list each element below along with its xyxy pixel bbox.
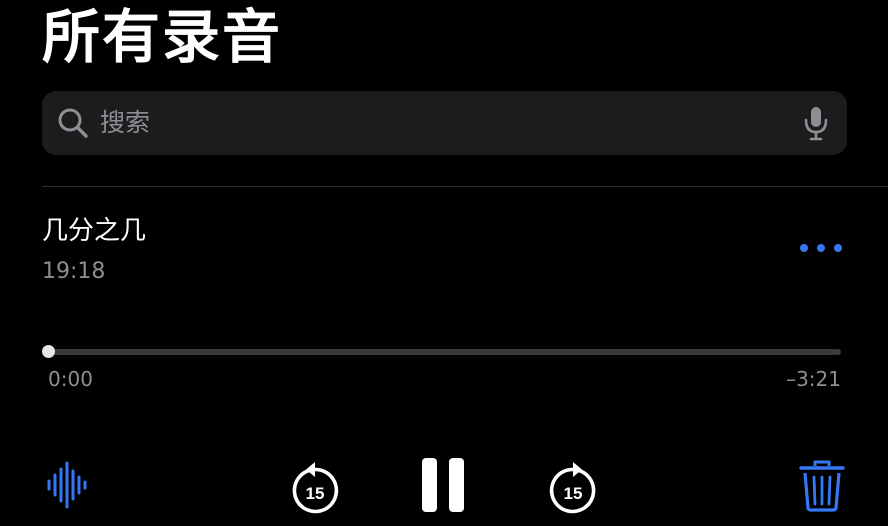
waveform-button[interactable] [45, 461, 89, 509]
pause-button[interactable] [416, 456, 470, 514]
skip-forward-seconds: 15 [564, 484, 583, 503]
playback-scrubber[interactable] [48, 349, 841, 355]
delete-button[interactable] [799, 460, 845, 512]
skip-back-button[interactable]: 15 [289, 460, 341, 514]
trash-icon [799, 460, 845, 512]
skip-forward-button[interactable]: 15 [547, 460, 599, 514]
waveform-icon [45, 461, 89, 509]
elapsed-time: 0:00 [48, 367, 93, 391]
search-bar[interactable]: 搜索 [42, 91, 847, 155]
remaining-time: –3:21 [786, 367, 841, 391]
recording-timestamp: 19:18 [42, 259, 106, 284]
microphone-icon[interactable] [803, 105, 829, 141]
skip-forward-15-icon: 15 [547, 460, 599, 514]
skip-back-seconds: 15 [306, 484, 325, 503]
more-options-button[interactable] [798, 235, 846, 261]
skip-back-15-icon: 15 [289, 460, 341, 514]
list-divider [42, 186, 888, 187]
page-title: 所有录音 [42, 3, 283, 71]
scrubber-knob[interactable] [42, 345, 55, 358]
search-icon [57, 107, 89, 139]
pause-icon [416, 456, 470, 514]
search-input-placeholder[interactable]: 搜索 [100, 91, 150, 155]
recording-title[interactable]: 几分之几 [42, 212, 146, 250]
